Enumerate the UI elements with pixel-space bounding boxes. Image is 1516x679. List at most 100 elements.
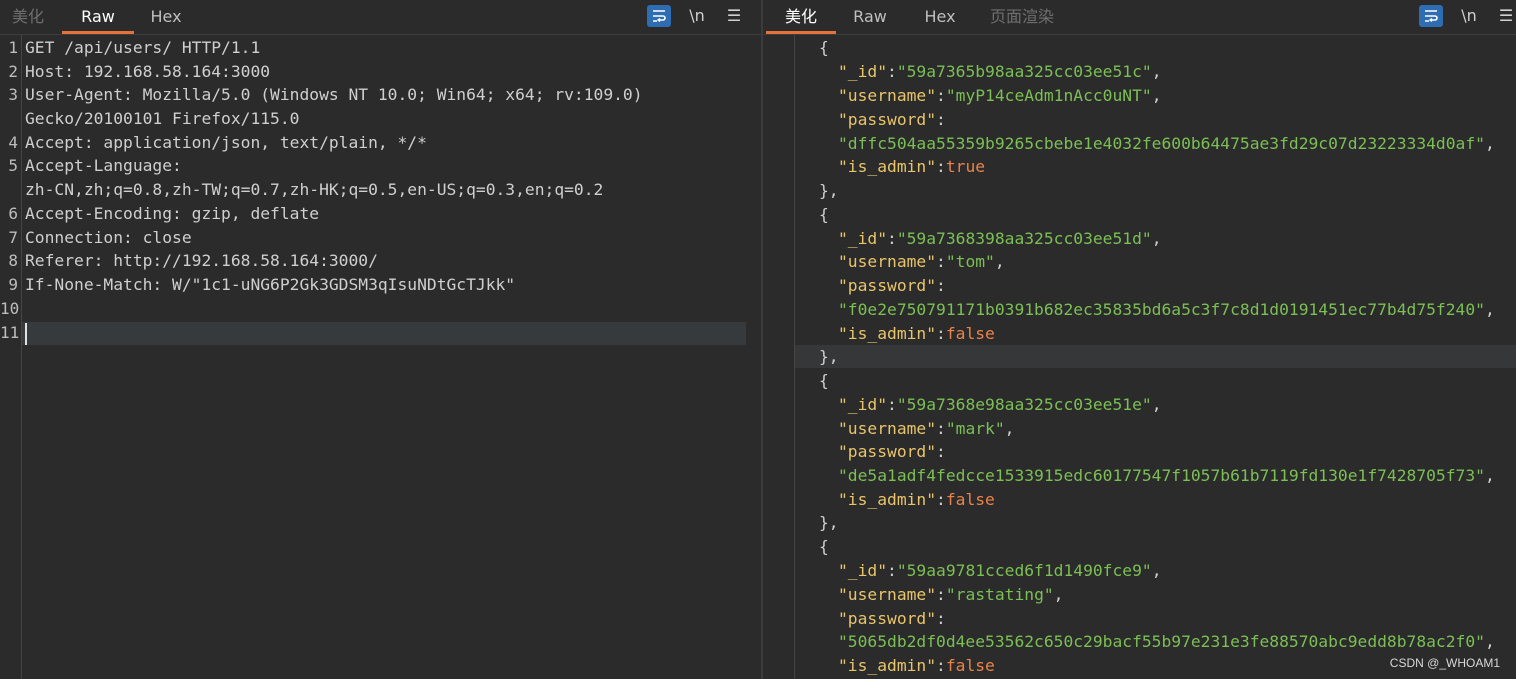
json-brace-close: },	[819, 347, 839, 366]
json-value-is-admin: false	[945, 490, 995, 509]
json-key: "_id"	[838, 561, 888, 580]
json-value-id: "59a7365b98aa325cc03ee51c"	[896, 62, 1152, 81]
word-wrap-icon	[647, 8, 671, 24]
header-accept-language-value: zh-CN,zh;q=0.8,zh-TW;q=0.7,zh-HK;q=0.5,e…	[25, 180, 604, 199]
line-number: 1	[8, 38, 18, 57]
tab-raw[interactable]: Raw	[849, 0, 891, 33]
json-key: "username"	[838, 86, 937, 105]
json-value-password: "dffc504aa55359b9265cbebe1e4032fe600b644…	[838, 134, 1485, 153]
watermark: CSDN @_WHOAM1	[1389, 656, 1500, 670]
json-value-id: "59a7368398aa325cc03ee51d"	[896, 229, 1152, 248]
json-password-value-line: "f0e2e750791171b0391b682ec35835bd6a5c3f7…	[838, 300, 1495, 319]
current-line-highlight	[795, 345, 1516, 368]
json-brace-close: },	[819, 181, 839, 200]
json-value-id: "59aa9781cced6f1d1490fce9"	[896, 561, 1152, 580]
json-value-is-admin: false	[945, 324, 995, 343]
json-key: "username"	[838, 252, 937, 271]
json-field-username: "username":"mark",	[838, 419, 1015, 438]
json-field-id: "_id":"59aa9781cced6f1d1490fce9",	[838, 561, 1162, 580]
json-value-username: "rastating"	[945, 585, 1054, 604]
header-user-agent-cont: Gecko/20100101 Firefox/115.0	[25, 109, 300, 128]
header-host: Host: 192.168.58.164:3000	[25, 62, 271, 81]
header-accept: Accept: application/json, text/plain, */…	[25, 133, 427, 152]
header-user-agent: User-Agent: Mozilla/5.0 (Windows NT 10.0…	[25, 85, 643, 104]
header-connection: Connection: close	[25, 228, 192, 247]
json-key: "is_admin"	[838, 157, 937, 176]
line-number: 3	[8, 85, 18, 104]
menu-icon[interactable]: ☰	[1494, 5, 1516, 27]
json-field-is-admin: "is_admin":false	[838, 656, 995, 675]
json-field-password: "password":	[838, 609, 946, 628]
header-accept-encoding: Accept-Encoding: gzip, deflate	[25, 204, 320, 223]
json-password-value-line: "dffc504aa55359b9265cbebe1e4032fe600b644…	[838, 134, 1495, 153]
show-newlines-button[interactable]: \n	[685, 5, 709, 27]
line-number: 5	[8, 156, 18, 175]
line-number: 8	[8, 251, 18, 270]
json-brace-open: {	[819, 205, 829, 224]
request-line: GET /api/users/ HTTP/1.1	[25, 38, 261, 57]
json-brace-open: {	[819, 537, 829, 556]
header-referer: Referer: http://192.168.58.164:3000/	[25, 251, 378, 270]
json-value-id: "59a7368e98aa325cc03ee51e"	[896, 395, 1152, 414]
line-number: 11	[0, 323, 20, 342]
json-key: "password"	[838, 110, 937, 129]
tab-pretty[interactable]: 美化	[8, 0, 48, 33]
json-field-username: "username":"rastating",	[838, 585, 1064, 604]
json-field-password: "password":	[838, 276, 946, 295]
line-number-gutter: 1 2 3 4 5 6 7 8 9 10 11	[0, 35, 22, 679]
http-message-editor: 美化 Raw Hex \n ☰ 1 2 3 4 5 6 7 8 9 10 11 …	[0, 0, 1516, 679]
json-field-is-admin: "is_admin":false	[838, 324, 995, 343]
line-number: 2	[8, 62, 18, 81]
json-key: "is_admin"	[838, 324, 937, 343]
json-brace-open: {	[819, 38, 829, 57]
json-key: "is_admin"	[838, 656, 937, 675]
json-key: "is_admin"	[838, 490, 937, 509]
json-field-is-admin: "is_admin":false	[838, 490, 995, 509]
json-key: "password"	[838, 276, 937, 295]
line-number: 4	[8, 133, 18, 152]
json-key: "password"	[838, 442, 937, 461]
show-newlines-button[interactable]: \n	[1457, 5, 1481, 27]
line-number: 9	[8, 275, 18, 294]
word-wrap-toggle[interactable]	[647, 5, 671, 27]
json-key: "_id"	[838, 229, 888, 248]
json-key: "_id"	[838, 62, 888, 81]
json-field-is-admin: "is_admin":true	[838, 157, 986, 176]
json-value-is-admin: true	[945, 157, 986, 176]
json-value-password: "f0e2e750791171b0391b682ec35835bd6a5c3f7…	[838, 300, 1485, 319]
json-brace-close: },	[819, 513, 839, 532]
tab-pretty[interactable]: 美化	[766, 0, 836, 34]
json-value-password: "de5a1adf4fedcce1533915edc60177547f1057b…	[838, 466, 1485, 485]
json-field-username: "username":"myP14ceAdm1nAcc0uNT",	[838, 86, 1162, 105]
tab-hex[interactable]: Hex	[146, 0, 186, 33]
json-key: "password"	[838, 609, 937, 628]
word-wrap-toggle[interactable]	[1419, 5, 1443, 27]
json-key: "username"	[838, 585, 937, 604]
text-caret	[25, 323, 27, 345]
json-value-username: "tom"	[945, 252, 995, 271]
request-tabbar: 美化 Raw Hex \n ☰	[0, 0, 761, 35]
json-password-value-line: "de5a1adf4fedcce1533915edc60177547f1057b…	[838, 466, 1495, 485]
response-tabbar: 美化 Raw Hex 页面渲染 \n ☰	[763, 0, 1516, 35]
json-password-value-line: "5065db2df0d4ee53562c650c29bacf55b97e231…	[838, 632, 1495, 651]
request-editor[interactable]: 1 2 3 4 5 6 7 8 9 10 11 GET /api/users/ …	[0, 35, 761, 679]
line-number: 10	[0, 299, 20, 318]
header-accept-language: Accept-Language:	[25, 156, 182, 175]
json-field-password: "password":	[838, 442, 946, 461]
json-key: "_id"	[838, 395, 888, 414]
json-key: "username"	[838, 419, 937, 438]
tab-hex[interactable]: Hex	[920, 0, 960, 33]
json-value-is-admin: false	[945, 656, 995, 675]
line-number: 6	[8, 204, 18, 223]
menu-icon[interactable]: ☰	[722, 5, 746, 27]
json-value-username: "myP14ceAdm1nAcc0uNT"	[945, 86, 1152, 105]
word-wrap-icon	[1419, 8, 1443, 24]
header-if-none-match: If-None-Match: W/"1c1-uNG6P2Gk3GDSM3qIsu…	[25, 275, 516, 294]
json-value-password: "5065db2df0d4ee53562c650c29bacf55b97e231…	[838, 632, 1485, 651]
json-value-username: "mark"	[945, 419, 1005, 438]
tab-raw[interactable]: Raw	[62, 0, 134, 34]
tab-render[interactable]: 页面渲染	[989, 0, 1055, 33]
json-field-id: "_id":"59a7368398aa325cc03ee51d",	[838, 229, 1162, 248]
json-field-id: "_id":"59a7365b98aa325cc03ee51c",	[838, 62, 1162, 81]
json-brace-open: {	[819, 371, 829, 390]
